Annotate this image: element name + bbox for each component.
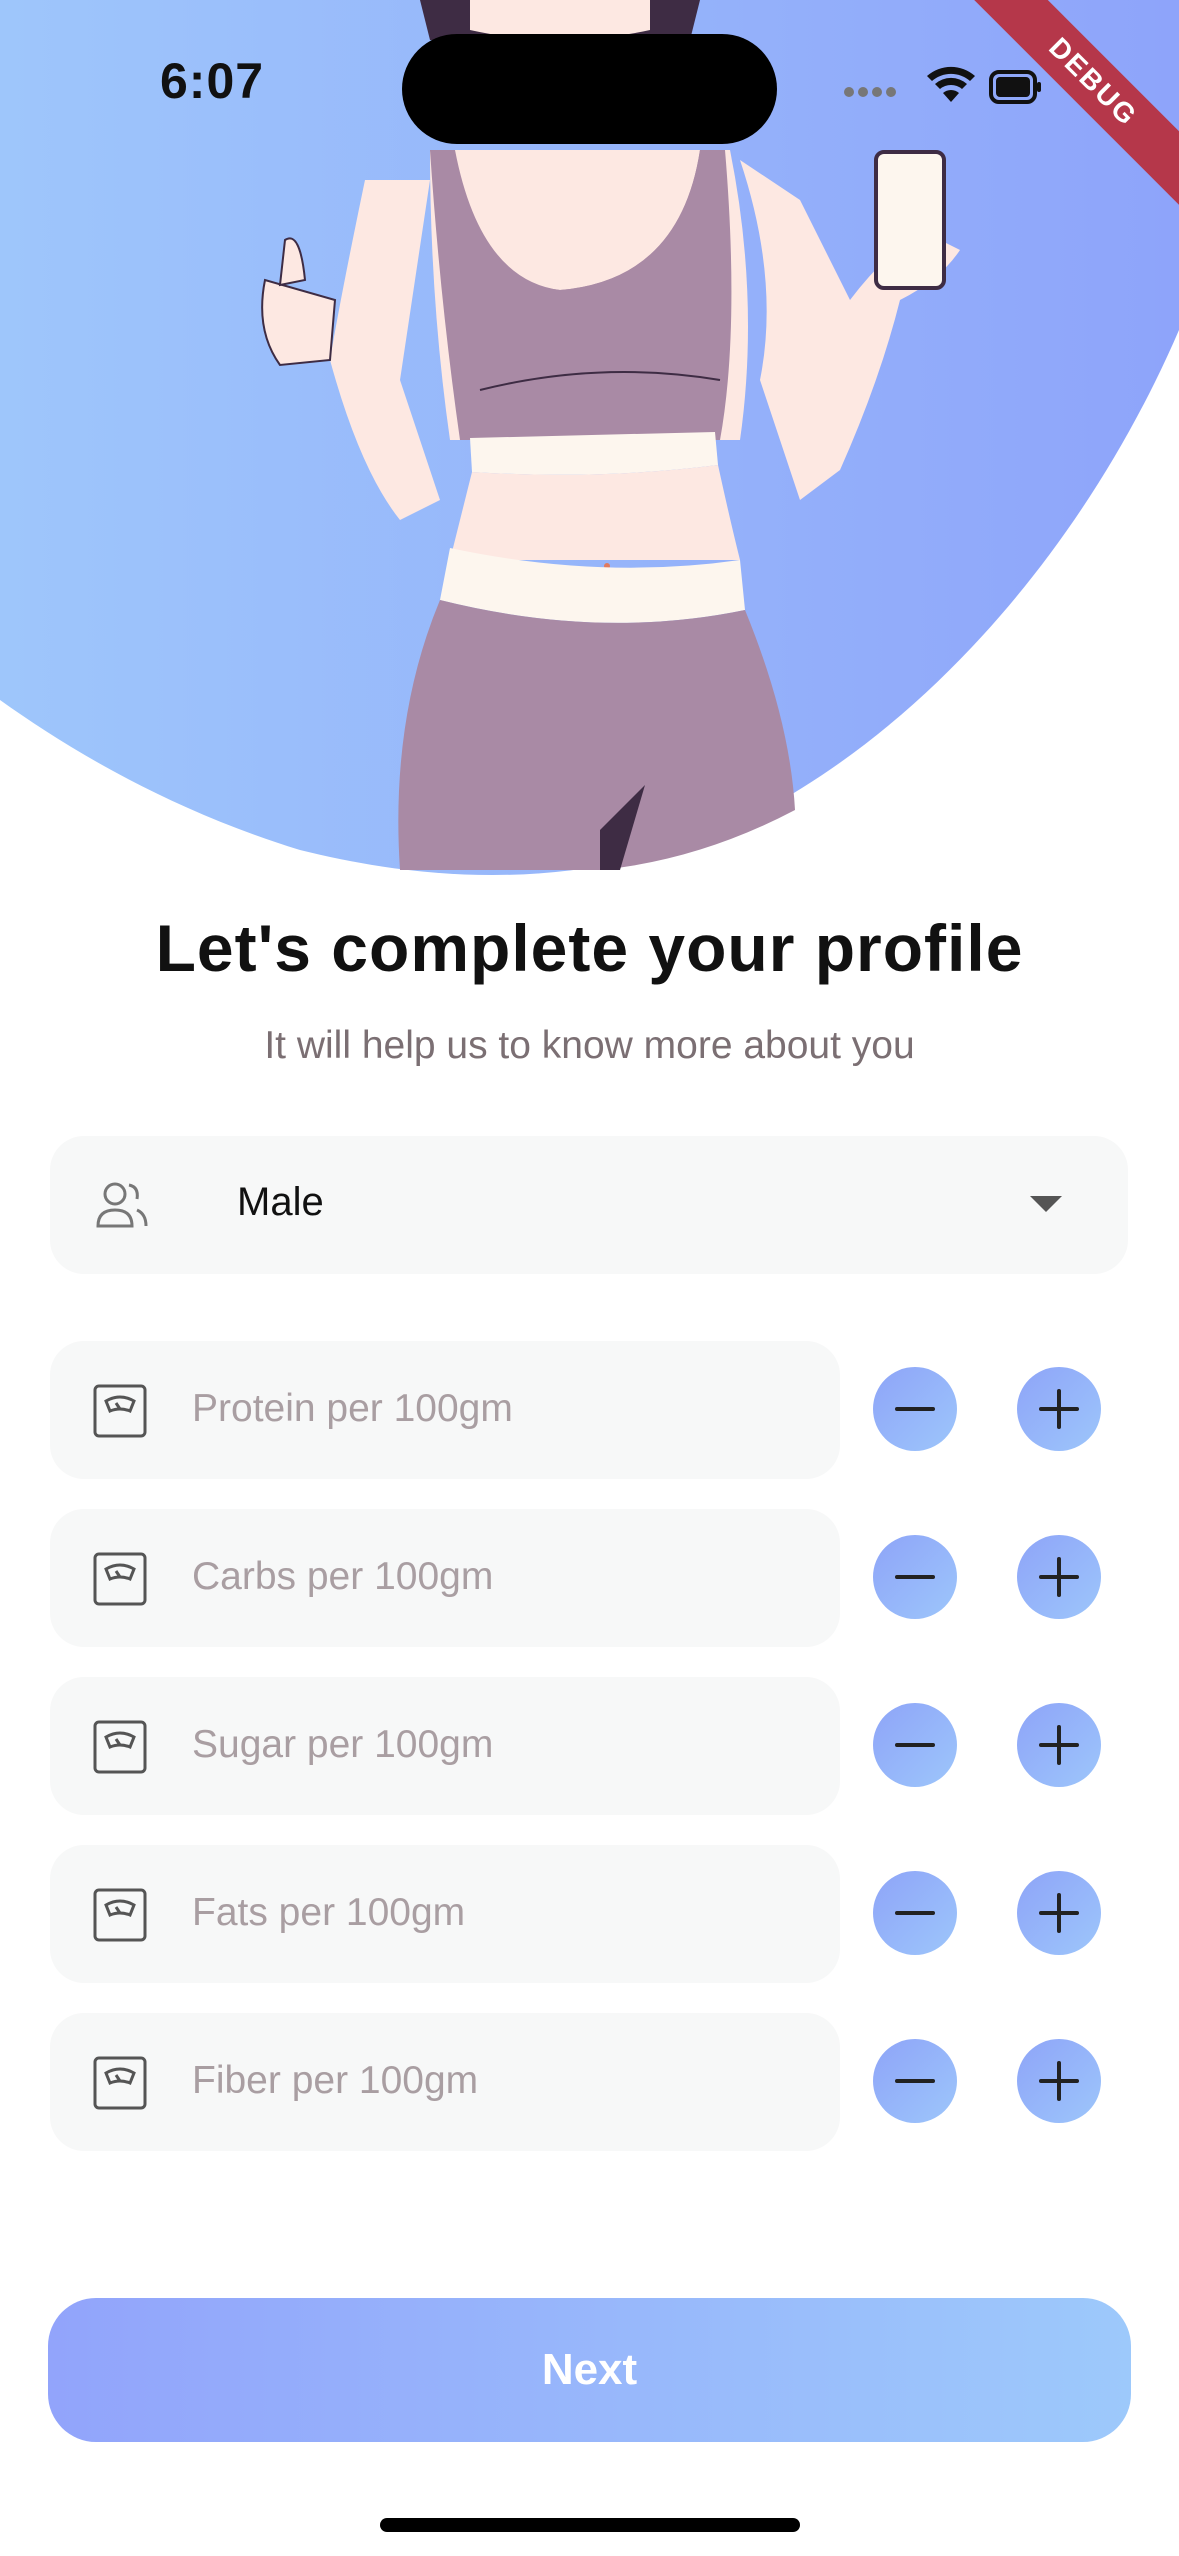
plus-icon — [1039, 1893, 1079, 1933]
fiber-row: Fiber per 100gm — [50, 2013, 1128, 2151]
carbs-input-placeholder: Carbs per 100gm — [192, 1555, 494, 1598]
scale-icon — [93, 2056, 147, 2110]
sugar-input-placeholder: Sugar per 100gm — [192, 1723, 494, 1766]
fiber-decrement-button[interactable] — [873, 2039, 957, 2123]
gender-select-value: Male — [237, 1180, 324, 1224]
plus-icon — [1039, 1725, 1079, 1765]
fiber-input[interactable]: Fiber per 100gm — [50, 2013, 840, 2151]
page-subtitle: It will help us to know more about you — [264, 1024, 915, 1067]
fats-increment-button[interactable] — [1017, 1871, 1101, 1955]
minus-icon — [895, 1407, 935, 1411]
scale-icon — [93, 1384, 147, 1438]
minus-icon — [895, 1575, 935, 1579]
wifi-icon — [927, 66, 975, 102]
protein-input-placeholder: Protein per 100gm — [192, 1387, 513, 1430]
carbs-input[interactable]: Carbs per 100gm — [50, 1509, 840, 1647]
chevron-down-icon — [1030, 1196, 1062, 1212]
users-icon — [96, 1182, 148, 1228]
minus-icon — [895, 2079, 935, 2083]
carbs-increment-button[interactable] — [1017, 1535, 1101, 1619]
plus-icon — [1039, 2061, 1079, 2101]
minus-icon — [895, 1911, 935, 1915]
scale-icon — [93, 1552, 147, 1606]
fats-input[interactable]: Fats per 100gm — [50, 1845, 840, 1983]
scale-icon — [93, 1720, 147, 1774]
status-icons — [844, 66, 1041, 104]
protein-row: Protein per 100gm — [50, 1341, 1128, 1479]
carbs-decrement-button[interactable] — [873, 1535, 957, 1619]
fats-row: Fats per 100gm — [50, 1845, 1128, 1983]
gender-select[interactable]: Male — [50, 1136, 1128, 1274]
sugar-decrement-button[interactable] — [873, 1703, 957, 1787]
status-time: 6:07 — [160, 53, 265, 109]
signal-dots-icon — [844, 87, 896, 97]
protein-input[interactable]: Protein per 100gm — [50, 1341, 840, 1479]
fiber-input-placeholder: Fiber per 100gm — [192, 2059, 479, 2102]
battery-icon — [989, 70, 1041, 104]
minus-icon — [895, 1743, 935, 1747]
fats-decrement-button[interactable] — [873, 1871, 957, 1955]
fiber-increment-button[interactable] — [1017, 2039, 1101, 2123]
plus-icon — [1039, 1557, 1079, 1597]
protein-increment-button[interactable] — [1017, 1367, 1101, 1451]
sugar-input[interactable]: Sugar per 100gm — [50, 1677, 840, 1815]
plus-icon — [1039, 1389, 1079, 1429]
protein-decrement-button[interactable] — [873, 1367, 957, 1451]
sugar-row: Sugar per 100gm — [50, 1677, 1128, 1815]
scale-icon — [93, 1888, 147, 1942]
sugar-increment-button[interactable] — [1017, 1703, 1101, 1787]
fats-input-placeholder: Fats per 100gm — [192, 1891, 466, 1934]
carbs-row: Carbs per 100gm — [50, 1509, 1128, 1647]
next-button[interactable]: Next — [48, 2298, 1131, 2442]
page-title: Let's complete your profile — [155, 911, 1024, 985]
home-indicator — [380, 2518, 800, 2532]
camera-notch — [402, 34, 777, 144]
